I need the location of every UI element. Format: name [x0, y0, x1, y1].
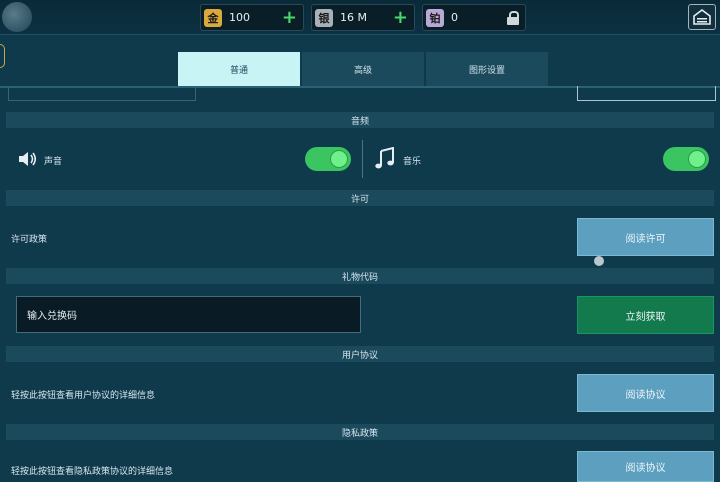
- silver-currency: 银 16 M +: [311, 4, 415, 31]
- license-policy-label: 许可政策: [11, 235, 48, 245]
- read-license-button[interactable]: 阅读许可: [577, 218, 714, 256]
- touch-indicator: [594, 256, 604, 266]
- redeem-now-button[interactable]: 立刻获取: [577, 296, 714, 334]
- add-gold-button[interactable]: +: [282, 8, 297, 27]
- music-note-icon: [375, 147, 394, 169]
- tab-graphics[interactable]: 图形设置: [426, 52, 548, 86]
- read-privacy-policy-button[interactable]: 阅读协议: [577, 451, 714, 482]
- tab-general[interactable]: 普通: [178, 52, 300, 86]
- read-user-agreement-button[interactable]: 阅读协议: [577, 374, 714, 412]
- platinum-amount: 0: [451, 11, 458, 24]
- lock-icon: [507, 10, 519, 25]
- silver-amount: 16 M: [340, 11, 367, 24]
- silver-coin-icon: 银: [315, 8, 333, 27]
- side-panel-handle[interactable]: [0, 44, 5, 68]
- scrolled-input-edge: [8, 86, 196, 101]
- tab-advanced[interactable]: 高级: [302, 52, 424, 86]
- speaker-icon: [19, 152, 37, 166]
- gold-amount: 100: [229, 11, 250, 24]
- gold-coin-icon: 金: [204, 8, 222, 27]
- section-header-license: 许可: [6, 190, 714, 206]
- sound-label: 声音: [44, 157, 63, 167]
- add-silver-button[interactable]: +: [393, 8, 408, 27]
- platinum-currency: 铂 0: [422, 4, 526, 31]
- section-header-user-agreement: 用户协议: [6, 346, 714, 362]
- redeem-code-input[interactable]: 输入兑换码: [16, 296, 361, 333]
- gold-currency: 金 100 +: [200, 4, 304, 31]
- garage-home-button[interactable]: [688, 4, 716, 30]
- platinum-coin-icon: 铂: [426, 8, 444, 27]
- section-header-audio: 音频: [6, 112, 714, 128]
- scrolled-button-edge[interactable]: [577, 86, 716, 101]
- audio-divider: [362, 140, 363, 178]
- section-header-privacy: 隐私政策: [6, 424, 714, 440]
- sound-toggle[interactable]: [305, 147, 351, 171]
- music-toggle[interactable]: [663, 147, 709, 171]
- user-agreement-label: 轻按此按钮查看用户协议的详细信息: [11, 391, 156, 401]
- player-avatar[interactable]: [2, 2, 32, 32]
- section-header-gift-code: 礼物代码: [6, 268, 714, 284]
- music-label: 音乐: [403, 157, 422, 167]
- privacy-policy-label: 轻按此按钮查看隐私政策协议的详细信息: [11, 467, 174, 477]
- settings-tabs: 普通 高级 图形设置: [178, 52, 550, 86]
- garage-icon: [693, 9, 711, 25]
